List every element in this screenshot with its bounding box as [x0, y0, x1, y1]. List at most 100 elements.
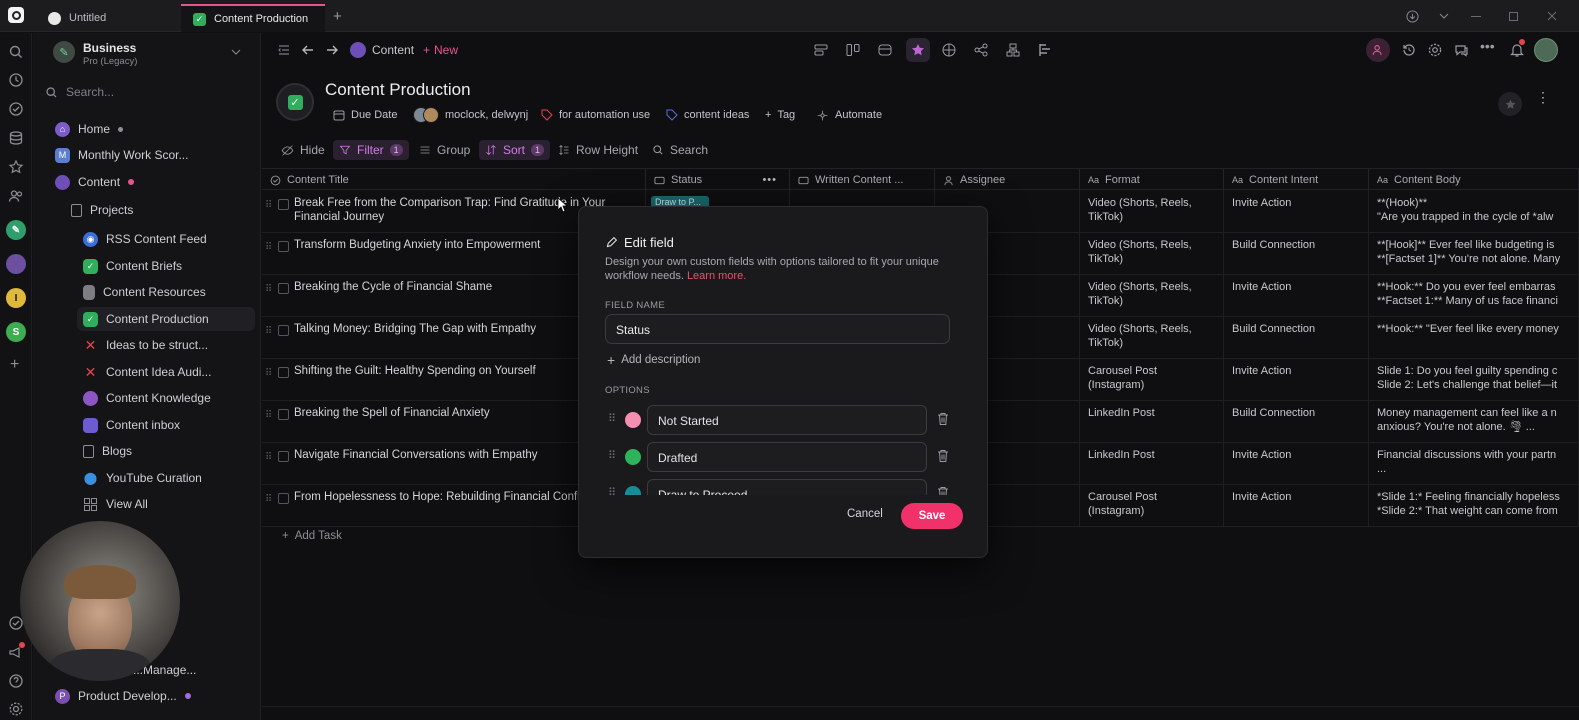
learn-more-link[interactable]: Learn more.: [687, 270, 746, 282]
workspace-i-icon[interactable]: I: [6, 288, 26, 308]
drag-handle-icon[interactable]: ⠿: [265, 283, 272, 297]
drag-handle-icon[interactable]: ⠿: [265, 241, 272, 255]
row-checkbox[interactable]: [278, 199, 289, 210]
column-header-written-content[interactable]: Written Content ...: [790, 169, 935, 191]
sidebar-item-content-inbox[interactable]: Content inbox: [83, 413, 180, 437]
history-icon[interactable]: [1401, 42, 1417, 58]
help-icon[interactable]: [8, 673, 24, 689]
members-property[interactable]: moclock, delwynj: [413, 106, 528, 124]
sort-button[interactable]: Sort 1: [479, 140, 551, 160]
workspace-s-icon[interactable]: S: [6, 322, 26, 342]
row-checkbox[interactable]: [278, 325, 289, 336]
drag-handle-icon[interactable]: ⠿: [265, 493, 272, 507]
forward-arrow-icon[interactable]: [324, 42, 340, 58]
cell-body[interactable]: *Slide 1:* Feeling financially hopeless …: [1369, 485, 1579, 526]
avatar[interactable]: [1534, 38, 1558, 62]
settings-icon[interactable]: [1427, 42, 1443, 58]
option-color-swatch[interactable]: [625, 412, 641, 428]
more-options-icon[interactable]: •••: [762, 174, 777, 186]
sidebar-item-rss-content-feed[interactable]: ◉ RSS Content Feed: [83, 227, 207, 251]
drag-handle-icon[interactable]: ⠿: [265, 409, 272, 423]
sidebar-item-product-development[interactable]: P Product Develop...: [55, 684, 191, 708]
chat-icon[interactable]: [1453, 42, 1469, 58]
sidebar-item-youtube-curation[interactable]: ⬤ YouTube Curation: [83, 466, 202, 490]
close-button[interactable]: [1542, 6, 1562, 26]
page-title[interactable]: Content Production: [325, 80, 471, 100]
sidebar-item-ideas[interactable]: ✕ Ideas to be struct...: [83, 333, 208, 357]
breadcrumb[interactable]: Content: [350, 41, 414, 59]
option-color-swatch[interactable]: [625, 486, 641, 495]
tag-content-ideas[interactable]: content ideas: [666, 106, 749, 124]
row-checkbox[interactable]: [278, 283, 289, 294]
star-icon[interactable]: [8, 159, 24, 175]
table-view-icon[interactable]: [941, 42, 957, 58]
row-checkbox[interactable]: [278, 367, 289, 378]
cell-intent[interactable]: Invite Action: [1224, 443, 1369, 484]
option-color-swatch[interactable]: [625, 449, 641, 465]
sidebar-item-monthly-work[interactable]: M Monthly Work Scor...: [55, 143, 188, 167]
sidebar-item-content-briefs[interactable]: ✓ Content Briefs: [83, 254, 182, 278]
database-icon[interactable]: [8, 130, 24, 146]
cell-intent[interactable]: Invite Action: [1224, 191, 1369, 232]
tag-automation[interactable]: for automation use: [541, 106, 650, 124]
chevron-down-icon[interactable]: [231, 47, 241, 57]
cell-intent[interactable]: Build Connection: [1224, 317, 1369, 358]
cell-body[interactable]: Slide 1: Do you feel guilty spending c S…: [1369, 359, 1579, 400]
cell-intent[interactable]: Build Connection: [1224, 233, 1369, 274]
drag-handle-icon[interactable]: ⠿: [265, 199, 272, 213]
hierarchy-view-icon[interactable]: [1005, 42, 1021, 58]
automate-button[interactable]: Automate: [816, 106, 882, 124]
column-header-content-title[interactable]: Content Title: [262, 169, 646, 191]
cell-intent[interactable]: Invite Action: [1224, 359, 1369, 400]
row-height-button[interactable]: Row Height: [558, 142, 638, 158]
add-description-button[interactable]: + Add description: [607, 352, 700, 368]
drag-handle-icon[interactable]: ⠿: [265, 325, 272, 339]
search-icon[interactable]: [8, 44, 24, 60]
minimize-button[interactable]: [1466, 6, 1486, 26]
gantt-view-icon[interactable]: [1037, 42, 1053, 58]
invite-user-icon[interactable]: [1366, 38, 1390, 62]
group-button[interactable]: Group: [419, 142, 470, 158]
cell-body[interactable]: Money management can feel like a n anxio…: [1369, 401, 1579, 442]
cell-body[interactable]: **[Hook]** Ever feel like budgeting is *…: [1369, 233, 1579, 274]
sidebar-item-content[interactable]: Content: [55, 170, 135, 194]
column-header-content-body[interactable]: Aa Content Body: [1369, 169, 1579, 191]
option-input[interactable]: Not Started: [647, 405, 927, 435]
sidebar-item-projects[interactable]: Projects: [71, 198, 133, 222]
due-date-property[interactable]: Due Date: [333, 106, 397, 124]
sidebar-item-content-knowledge[interactable]: Content Knowledge: [83, 386, 211, 410]
collapse-sidebar-icon[interactable]: [276, 42, 292, 58]
drag-handle-icon[interactable]: ⠿: [608, 449, 616, 462]
cell-intent[interactable]: Invite Action: [1224, 275, 1369, 316]
option-input[interactable]: Draw to Proceed: [647, 479, 927, 495]
trash-icon[interactable]: [937, 486, 949, 495]
drag-handle-icon[interactable]: ⠿: [265, 367, 272, 381]
add-workspace-button[interactable]: +: [10, 356, 19, 374]
back-arrow-icon[interactable]: [300, 42, 316, 58]
share-view-icon[interactable]: [973, 42, 989, 58]
chevron-down-icon[interactable]: [1434, 6, 1454, 26]
tab-untitled[interactable]: Untitled: [36, 4, 176, 32]
megaphone-icon[interactable]: [8, 642, 25, 660]
row-checkbox[interactable]: [278, 409, 289, 420]
people-icon[interactable]: [8, 188, 24, 204]
cell-body[interactable]: **Hook:** "Ever feel like every money: [1369, 317, 1579, 358]
column-header-assignee[interactable]: Assignee: [935, 169, 1080, 191]
column-header-content-intent[interactable]: Aa Content Intent: [1224, 169, 1369, 191]
hide-button[interactable]: Hide: [281, 142, 325, 158]
cell-format[interactable]: LinkedIn Post: [1080, 401, 1224, 442]
page-menu-icon[interactable]: ⋮: [1536, 90, 1550, 104]
sidebar-item-content-production[interactable]: ✓ Content Production: [77, 307, 255, 331]
column-header-format[interactable]: Aa Format: [1080, 169, 1224, 191]
filter-button[interactable]: Filter 1: [333, 140, 409, 160]
cell-format[interactable]: Video (Shorts, Reels, TikTok): [1080, 317, 1224, 358]
cell-body[interactable]: **Hook:** Do you ever feel embarras **Fa…: [1369, 275, 1579, 316]
list-view-icon[interactable]: [813, 42, 829, 58]
sidebar-search[interactable]: Search...: [45, 81, 250, 103]
download-icon[interactable]: [1402, 6, 1422, 26]
horizontal-scrollbar[interactable]: [262, 706, 1579, 707]
sidebar-item-blogs[interactable]: Blogs: [83, 439, 132, 463]
workspace-business-icon[interactable]: ✎: [6, 220, 26, 240]
drag-handle-icon[interactable]: ⠿: [265, 451, 272, 465]
add-task-button[interactable]: + Add Task: [282, 530, 342, 542]
